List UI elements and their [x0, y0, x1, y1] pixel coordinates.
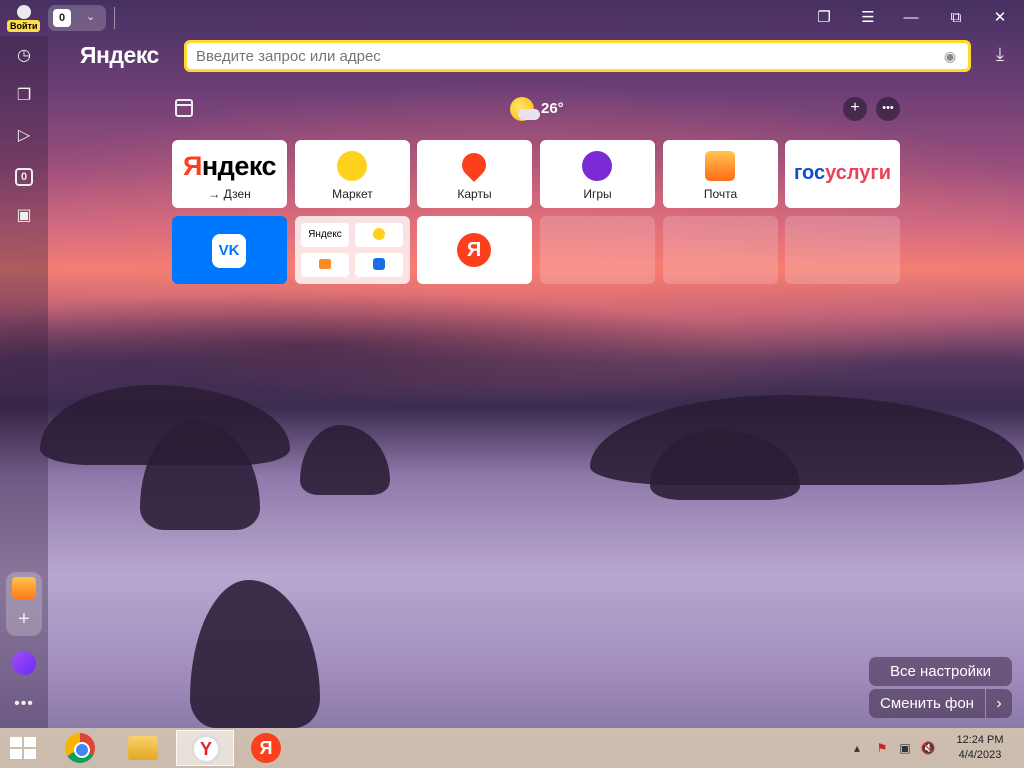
- sidebar-counter: 0: [15, 168, 33, 186]
- tile-folder[interactable]: Яндекс: [295, 216, 410, 284]
- tile-label: Маркет: [332, 187, 373, 201]
- panel-icon[interactable]: [175, 99, 193, 117]
- more-icon[interactable]: •••: [12, 692, 36, 716]
- menu-icon[interactable]: ☰: [855, 6, 881, 30]
- windows-start-button[interactable]: [10, 737, 38, 761]
- tab-count-badge: 0: [53, 9, 71, 27]
- action-center-flag-icon[interactable]: ⚑: [874, 740, 890, 756]
- system-clock[interactable]: 12:24 PM 4/4/2023: [950, 733, 1010, 763]
- tile-yandex-dzen[interactable]: Яндекс → Дзен: [172, 140, 287, 208]
- tile-mail[interactable]: Почта: [663, 140, 778, 208]
- chevron-right-icon[interactable]: ›: [985, 689, 1012, 718]
- download-icon[interactable]: ⤓: [988, 44, 1012, 68]
- tile-label: Карты: [457, 187, 492, 201]
- taskbar-yandex[interactable]: Я: [238, 730, 296, 766]
- tile-empty[interactable]: [663, 216, 778, 284]
- tile-yandex[interactable]: Я: [417, 216, 532, 284]
- mail-icon[interactable]: [12, 577, 36, 599]
- tile-empty[interactable]: [540, 216, 655, 284]
- tile-maps[interactable]: Карты: [417, 140, 532, 208]
- market-icon: [337, 151, 367, 181]
- tile-vk[interactable]: VK: [172, 216, 287, 284]
- tile-empty[interactable]: [785, 216, 900, 284]
- gosuslugi-logo: госуслуги: [793, 162, 892, 184]
- all-settings-button[interactable]: Все настройки: [869, 657, 1012, 686]
- background-mountain: [190, 580, 320, 728]
- mini-app-icon: [355, 253, 403, 277]
- play-icon[interactable]: ▷: [12, 124, 36, 148]
- mini-mail-icon: [301, 253, 349, 277]
- chevron-down-icon: ⌄: [86, 11, 96, 23]
- tile-label: Почта: [703, 187, 738, 201]
- login-button[interactable]: Войти: [7, 3, 41, 33]
- change-background-button[interactable]: Сменить фон: [869, 689, 985, 718]
- mini-yandex-logo: Яндекс: [301, 223, 349, 247]
- tile-games[interactable]: Игры: [540, 140, 655, 208]
- alice-icon[interactable]: [12, 651, 36, 675]
- weather-sun-cloud-icon: [510, 97, 540, 121]
- add-icon[interactable]: +: [6, 608, 42, 631]
- yandex-icon: Я: [251, 733, 281, 763]
- avatar-icon: [17, 5, 31, 19]
- minimize-button[interactable]: —: [898, 6, 924, 30]
- title-bar: Войти 0 ⌄ ❐ ☰ — ⧉ ✕: [0, 0, 1024, 36]
- tile-gosuslugi[interactable]: госуслуги: [785, 140, 900, 208]
- tray-expand-icon[interactable]: ▴: [849, 740, 865, 756]
- history-icon[interactable]: ◷: [12, 44, 36, 68]
- mail-icon: [705, 151, 735, 181]
- taskbar-explorer[interactable]: [115, 730, 173, 766]
- network-icon[interactable]: ▣: [897, 740, 913, 756]
- close-button[interactable]: ✕: [987, 6, 1013, 30]
- clock-time: 12:24 PM: [956, 734, 1004, 746]
- folder-icon: [128, 736, 158, 760]
- yandex-browser-icon: Y: [191, 734, 221, 764]
- temperature: 26°: [541, 100, 564, 117]
- taskbar-chrome[interactable]: [52, 730, 110, 766]
- taskbar: Y Я ▴ ⚑ ▣ 🔇 12:24 PM 4/4/2023: [0, 728, 1024, 768]
- divider: [114, 7, 115, 29]
- sidebar: ◷ ❐ ▷ 0 ▣ + •••: [0, 36, 48, 728]
- sidebar-panel: +: [6, 572, 42, 636]
- bookmarks-icon[interactable]: ❐: [811, 6, 837, 30]
- more-options-button[interactable]: •••: [876, 97, 900, 121]
- vk-icon: VK: [212, 234, 246, 268]
- yandex-wordmark: Яндекс: [182, 151, 277, 181]
- restore-button[interactable]: ⧉: [943, 6, 969, 30]
- tile-label: Игры: [583, 187, 612, 201]
- mini-market-icon: [355, 223, 403, 247]
- tile-label: → Дзен: [208, 187, 251, 201]
- clock-date: 4/4/2023: [958, 749, 1002, 761]
- search-box[interactable]: ◉: [184, 40, 971, 72]
- counter-badge[interactable]: 0: [12, 164, 36, 188]
- chrome-icon: [65, 733, 95, 763]
- yandex-icon: Я: [457, 233, 491, 267]
- collections-icon[interactable]: ❐: [12, 84, 36, 108]
- taskbar-yandex-browser[interactable]: Y: [176, 730, 234, 766]
- maps-pin-icon: [457, 148, 491, 182]
- tabs-counter-button[interactable]: 0 ⌄: [48, 5, 106, 31]
- search-input[interactable]: [196, 46, 916, 66]
- screenshot-icon[interactable]: ▣: [12, 204, 36, 228]
- camera-icon[interactable]: ◉: [940, 46, 960, 66]
- games-icon: [582, 151, 612, 181]
- login-label: Войти: [7, 20, 41, 32]
- tile-market[interactable]: Маркет: [295, 140, 410, 208]
- volume-muted-icon[interactable]: 🔇: [920, 740, 936, 756]
- yandex-logo[interactable]: Яндекс: [80, 42, 159, 69]
- background-mountain: [300, 425, 390, 495]
- add-tile-button[interactable]: +: [843, 97, 867, 121]
